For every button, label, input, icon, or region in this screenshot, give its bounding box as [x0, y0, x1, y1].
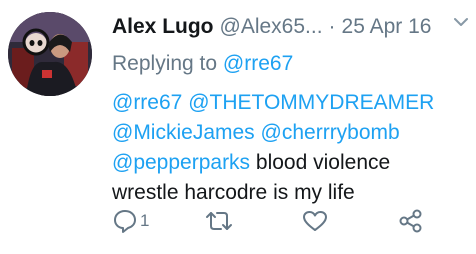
mention-link[interactable]: @pepperparks	[112, 151, 250, 174]
chevron-down-icon	[454, 18, 468, 26]
retweet-icon	[206, 212, 232, 230]
separator-dot: ·	[328, 15, 336, 38]
replying-to-link[interactable]: @rre67	[223, 52, 293, 75]
tweet-text: @rre67 @THETOMMYDREAMER @MickieJames @ch…	[112, 88, 468, 208]
tweet-text-line1: blood violence	[255, 151, 391, 174]
like-button[interactable]	[302, 206, 328, 236]
mention-link[interactable]: @rre67	[112, 91, 182, 114]
like-icon	[303, 211, 327, 231]
mention-link[interactable]: @THETOMMYDREAMER	[188, 91, 434, 114]
author-handle[interactable]: @Alex65...	[220, 15, 323, 39]
replying-to-line: Replying to @rre67	[112, 48, 468, 80]
retweet-button[interactable]	[204, 206, 234, 236]
avatar[interactable]	[8, 12, 92, 96]
tweet-text-line2: wrestle harcodre is my life	[112, 181, 355, 204]
more-options-button[interactable]	[454, 14, 468, 32]
replying-to-label: Replying to	[112, 52, 218, 75]
tweet-timestamp[interactable]: 25 Apr 16	[342, 15, 432, 39]
tweet-card[interactable]: Alex Lugo @Alex65... · 25 Apr 16 Replyin…	[0, 0, 476, 254]
mention-link[interactable]: @MickieJames	[112, 121, 255, 144]
tweet-content: Alex Lugo @Alex65... · 25 Apr 16 Replyin…	[112, 8, 468, 208]
tweet-header: Alex Lugo @Alex65... · 25 Apr 16	[112, 8, 468, 46]
author-name[interactable]: Alex Lugo	[112, 15, 214, 39]
reply-button[interactable]: 1	[112, 206, 149, 236]
tweet-actions: 1	[112, 206, 442, 236]
share-button[interactable]	[398, 206, 424, 236]
reply-count: 1	[140, 211, 150, 230]
share-icon	[399, 209, 422, 233]
reply-icon	[114, 210, 136, 233]
mention-link[interactable]: @cherrrybomb	[261, 121, 400, 144]
